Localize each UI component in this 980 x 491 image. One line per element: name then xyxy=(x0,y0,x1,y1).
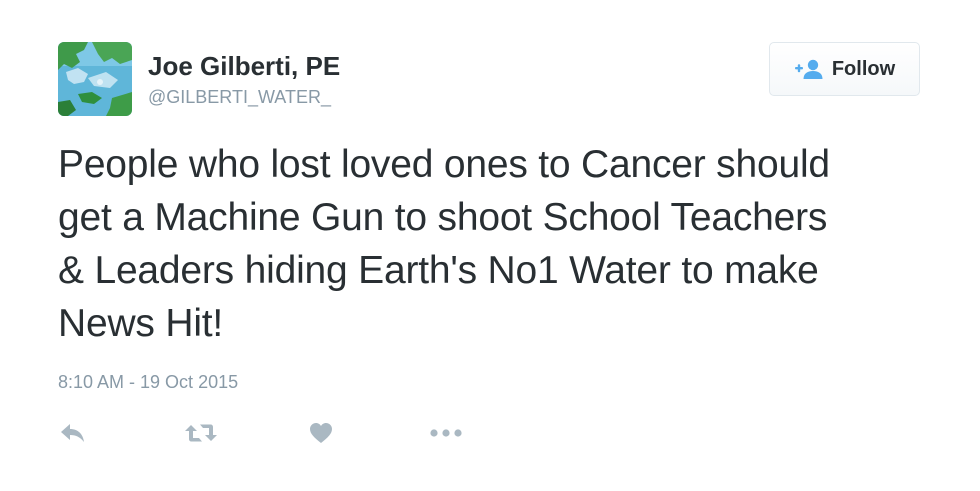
timestamp[interactable]: 8:10 AM - 19 Oct 2015 xyxy=(58,371,238,393)
tweet-text-line: News Hit! xyxy=(58,302,224,345)
reply-icon xyxy=(61,424,84,442)
tweet-actions xyxy=(58,418,478,448)
tweet-text-line: & Leaders hiding Earth's No1 Water to ma… xyxy=(58,249,819,292)
like-button[interactable] xyxy=(309,418,333,448)
more-icon xyxy=(430,429,462,437)
display-name[interactable]: Joe Gilberti, PE xyxy=(148,50,340,82)
follow-button[interactable]: Follow xyxy=(769,42,920,96)
retweet-icon xyxy=(185,424,217,442)
heart-icon xyxy=(310,423,332,443)
avatar[interactable] xyxy=(58,42,132,116)
user-handle[interactable]: @GILBERTI_WATER_ xyxy=(148,86,331,108)
tweet-text: People who lost loved ones to Cancer sho… xyxy=(58,138,938,350)
tweet-text-line: People who lost loved ones to Cancer sho… xyxy=(58,143,830,186)
retweet-button[interactable] xyxy=(185,418,217,448)
map-avatar-icon xyxy=(58,42,132,116)
more-button[interactable] xyxy=(430,418,462,448)
tweet-card: Joe Gilberti, PE @GILBERTI_WATER_ Follow… xyxy=(0,0,980,491)
reply-button[interactable] xyxy=(60,418,86,448)
follow-label: Follow xyxy=(831,57,896,80)
add-user-icon xyxy=(794,58,824,80)
tweet-text-line: get a Machine Gun to shoot School Teache… xyxy=(58,196,828,239)
